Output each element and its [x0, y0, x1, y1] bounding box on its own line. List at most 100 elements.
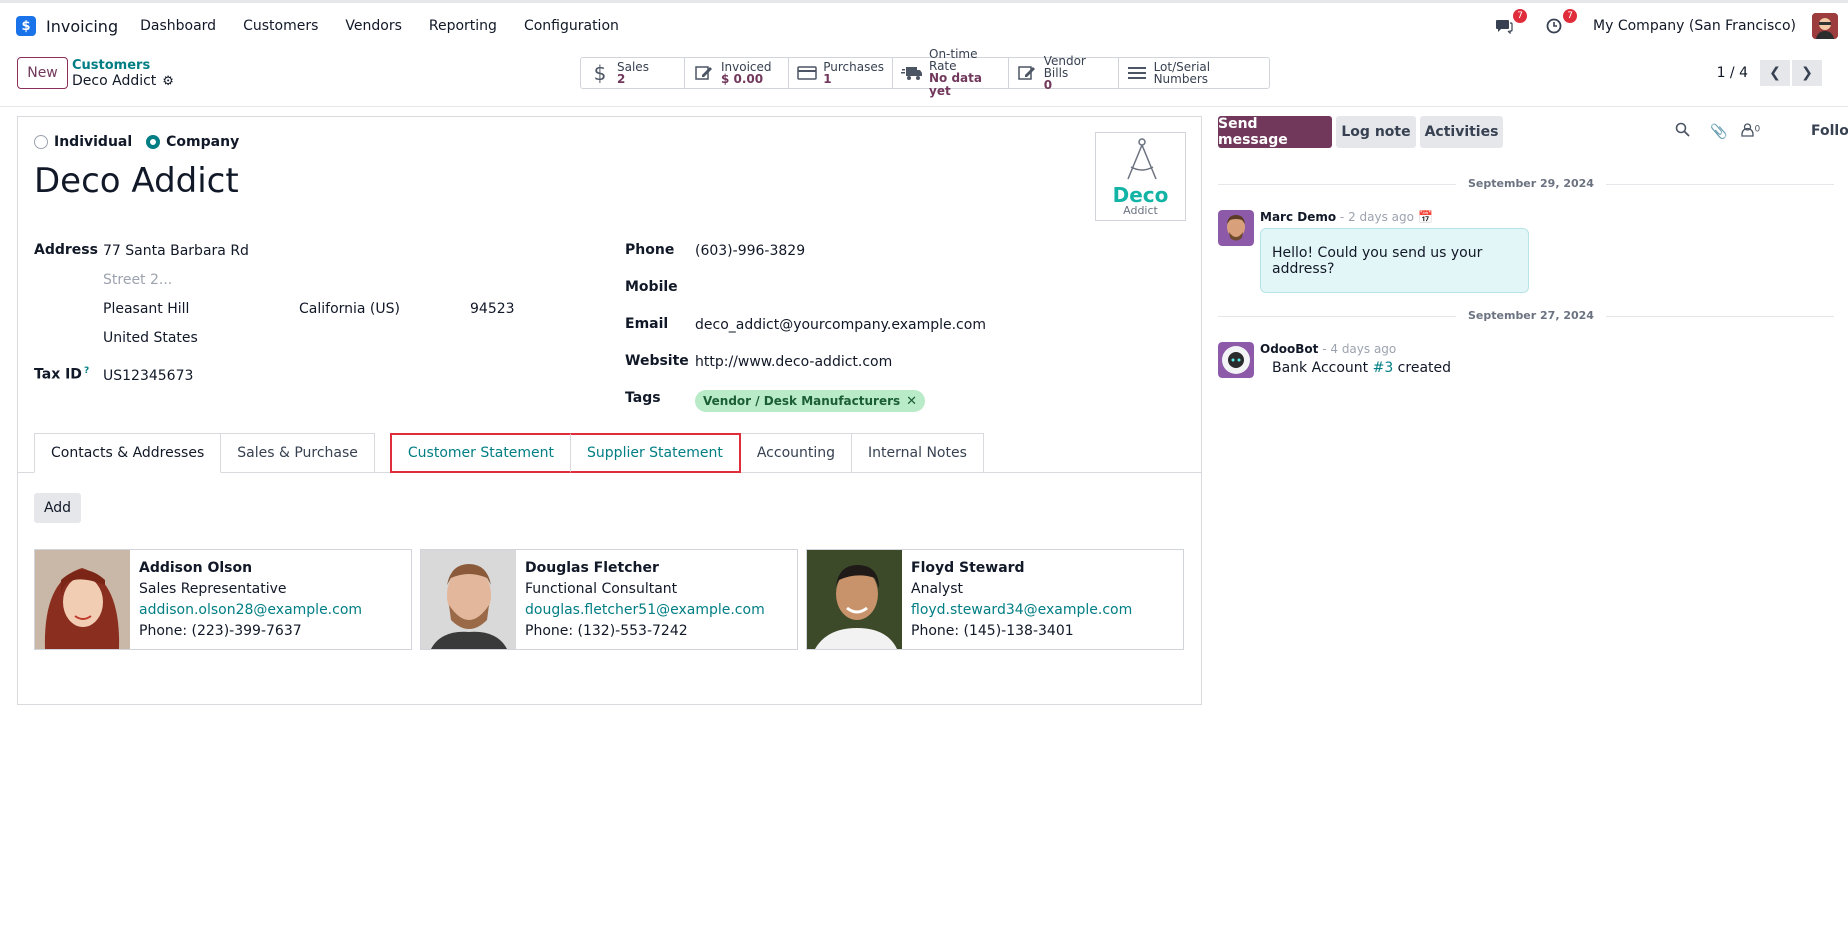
- log-note-button[interactable]: Log note: [1336, 116, 1416, 148]
- menu-reporting[interactable]: Reporting: [429, 18, 497, 34]
- invoiced-value: $ 0.00: [721, 71, 764, 86]
- tax-id-label-text: Tax ID: [34, 366, 82, 383]
- bill-edit-icon: [1017, 64, 1038, 82]
- contact-card[interactable]: Floyd Steward Analyst floyd.steward34@ex…: [806, 549, 1184, 650]
- contact-role: Functional Consultant: [525, 581, 678, 597]
- add-contact-button[interactable]: Add: [34, 493, 81, 523]
- tab-contacts-addresses[interactable]: Contacts & Addresses: [34, 433, 222, 473]
- contact-card[interactable]: Douglas Fletcher Functional Consultant d…: [420, 549, 798, 650]
- author-name[interactable]: OdooBot: [1260, 342, 1318, 356]
- bank-account-link[interactable]: #3: [1373, 360, 1394, 376]
- menu-customers[interactable]: Customers: [243, 18, 318, 34]
- search-icon[interactable]: [1675, 122, 1690, 141]
- street2-field[interactable]: Street 2...: [103, 272, 172, 288]
- invoicing-app-icon[interactable]: $: [16, 16, 36, 36]
- contact-card[interactable]: Addison Olson Sales Representative addis…: [34, 549, 412, 650]
- follow-button[interactable]: Follow: [1811, 123, 1848, 139]
- tab-supplier-statement[interactable]: Supplier Statement: [571, 433, 741, 473]
- invoiced-smart-button[interactable]: Invoiced $ 0.00: [685, 58, 789, 88]
- message-text-end: created: [1393, 360, 1452, 376]
- user-avatar[interactable]: [1812, 13, 1838, 39]
- logo-text-line1: Deco: [1112, 183, 1169, 207]
- radio-individual[interactable]: [34, 135, 48, 149]
- phone-field[interactable]: (603)-996-3829: [695, 243, 805, 259]
- message-time: - 2 days ago: [1336, 210, 1414, 224]
- chevron-right-icon: ❯: [1801, 65, 1813, 81]
- mobile-label: Mobile: [625, 279, 678, 295]
- paperclip-icon[interactable]: 📎: [1710, 124, 1727, 140]
- radio-individual-label[interactable]: Individual: [54, 134, 132, 150]
- gear-icon[interactable]: ⚙: [162, 74, 174, 89]
- website-field[interactable]: http://www.deco-addict.com: [695, 354, 892, 370]
- contact-photo: [35, 550, 130, 649]
- chatter-tools: 📎 0: [1675, 122, 1774, 141]
- menu-vendors[interactable]: Vendors: [345, 18, 401, 34]
- on-time-rate-smart-button[interactable]: On-time Rate No data yet: [893, 48, 1009, 98]
- lot-serial-label: Lot/Serial Numbers: [1153, 60, 1211, 86]
- date-separator-label: September 27, 2024: [1456, 309, 1606, 322]
- new-button[interactable]: New: [17, 57, 68, 89]
- breadcrumb-customers[interactable]: Customers: [72, 58, 150, 73]
- tab-sales-purchase[interactable]: Sales & Purchase: [221, 433, 375, 473]
- credit-card-icon: [797, 64, 817, 82]
- activities-button[interactable]: Activities: [1420, 116, 1503, 148]
- tag-remove-icon[interactable]: ✕: [906, 394, 917, 409]
- odoobot-avatar: [1218, 342, 1254, 378]
- contact-phone: Phone: (145)-138-3401: [911, 623, 1074, 639]
- followers-button[interactable]: 0: [1741, 122, 1761, 141]
- messaging-button[interactable]: 7: [1493, 9, 1528, 37]
- lot-serial-smart-button[interactable]: Lot/Serial Numbers: [1119, 58, 1269, 88]
- menu-configuration[interactable]: Configuration: [524, 18, 619, 34]
- chevron-left-icon: ❮: [1769, 65, 1781, 81]
- menu-dashboard[interactable]: Dashboard: [140, 18, 216, 34]
- sales-smart-button[interactable]: $ Sales 2: [581, 58, 685, 88]
- city-field[interactable]: Pleasant Hill: [103, 301, 189, 317]
- contact-email[interactable]: addison.olson28@example.com: [139, 600, 362, 621]
- radio-company-label[interactable]: Company: [166, 134, 239, 150]
- app-name[interactable]: Invoicing: [46, 17, 118, 36]
- contact-photo: [421, 550, 516, 649]
- followers-count: 0: [1754, 123, 1761, 134]
- pager-value[interactable]: 1 / 4: [1717, 65, 1748, 81]
- purchases-smart-button[interactable]: Purchases 1: [789, 58, 893, 88]
- activities-button[interactable]: 7: [1543, 9, 1578, 37]
- date-separator-label: September 29, 2024: [1456, 177, 1606, 190]
- vendor-bills-smart-button[interactable]: Vendor Bills 0: [1009, 55, 1119, 91]
- zip-field[interactable]: 94523: [470, 301, 515, 317]
- author-name[interactable]: Marc Demo: [1260, 210, 1336, 224]
- logo-text-line2: Addict: [1123, 204, 1158, 217]
- sales-value: 2: [617, 71, 626, 86]
- country-field[interactable]: United States: [103, 330, 198, 346]
- radio-company[interactable]: [146, 135, 161, 149]
- contact-info: Addison Olson Sales Representative addis…: [130, 550, 362, 649]
- tab-customer-statement[interactable]: Customer Statement: [389, 433, 572, 473]
- compass-icon: [1127, 138, 1157, 180]
- partner-logo[interactable]: Deco Addict: [1095, 132, 1186, 221]
- pager-previous-button[interactable]: ❮: [1760, 60, 1790, 86]
- contact-email[interactable]: douglas.fletcher51@example.com: [525, 600, 765, 621]
- email-field[interactable]: deco_addict@yourcompany.example.com: [695, 317, 986, 333]
- mobile-field[interactable]: [695, 279, 1145, 297]
- tab-accounting[interactable]: Accounting: [740, 433, 853, 473]
- company-switcher[interactable]: My Company (San Francisco): [1593, 18, 1796, 34]
- help-icon[interactable]: ?: [84, 366, 89, 376]
- contact-name: Addison Olson: [139, 560, 253, 576]
- state-field[interactable]: California (US): [299, 301, 400, 317]
- tax-id-field[interactable]: US12345673: [103, 368, 193, 384]
- chat-icon: [1496, 20, 1513, 34]
- messages-badge: 7: [1513, 9, 1528, 23]
- pager-next-button[interactable]: ❯: [1792, 60, 1822, 86]
- send-message-button[interactable]: Send message: [1218, 116, 1332, 148]
- form-sheet: Individual Company Deco Addict Deco Addi…: [17, 116, 1202, 705]
- tag-label: Vendor / Desk Manufacturers: [703, 394, 901, 408]
- control-panel: New Customers Deco Addict ⚙ $ Sales 2 Inv…: [0, 48, 1848, 107]
- street-field[interactable]: 77 Santa Barbara Rd: [103, 243, 249, 259]
- contact-email[interactable]: floyd.steward34@example.com: [911, 600, 1132, 621]
- contact-phone: Phone: (223)-399-7637: [139, 623, 302, 639]
- tab-internal-notes[interactable]: Internal Notes: [852, 433, 984, 473]
- partner-name-field[interactable]: Deco Addict: [34, 161, 239, 201]
- tags-label: Tags: [625, 390, 661, 406]
- message-text: Bank Account: [1272, 360, 1373, 376]
- chatter: Send message Log note Activities 📎 0 Fol…: [1218, 116, 1848, 816]
- notebook-tabs: Contacts & Addresses Sales & Purchase Cu…: [34, 433, 984, 473]
